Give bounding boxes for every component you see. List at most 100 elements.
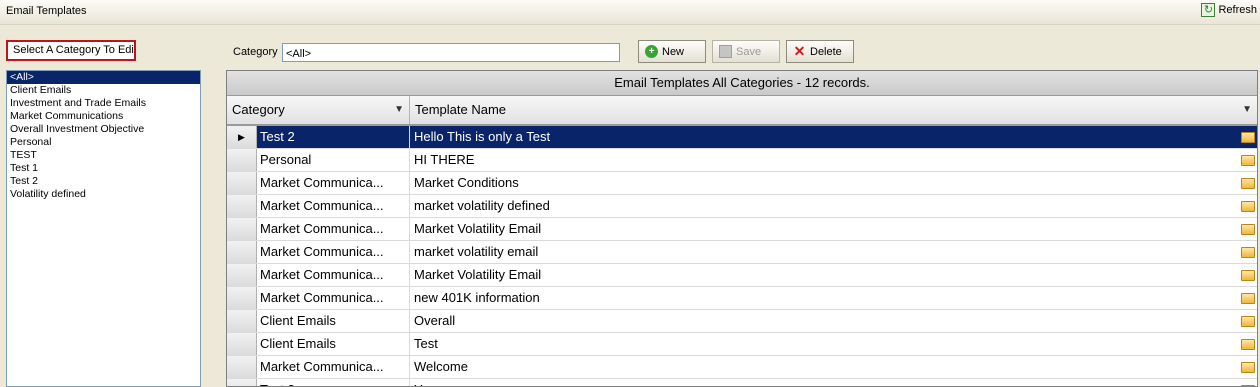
row-selector[interactable]	[227, 333, 257, 355]
category-list-item[interactable]: Investment and Trade Emails	[7, 97, 200, 110]
category-list-item[interactable]: Test 1	[7, 162, 200, 175]
row-selector[interactable]	[227, 149, 257, 171]
category-cell: Market Communica...	[257, 241, 410, 263]
table-row[interactable]: Market Communica... market volatility def…	[227, 195, 1257, 218]
category-cell: Market Communica...	[257, 195, 410, 217]
open-template-button[interactable]	[1239, 264, 1257, 286]
save-button-label: Save	[736, 45, 762, 58]
category-cell: Market Communica...	[257, 218, 410, 240]
category-cell: Test 2	[257, 379, 410, 386]
category-cell: Client Emails	[257, 333, 410, 355]
row-selector[interactable]	[227, 172, 257, 194]
category-cell: Test 2	[257, 126, 410, 148]
filter-icon[interactable]: ▼	[394, 96, 404, 124]
row-selector[interactable]	[227, 310, 257, 332]
folder-open-icon	[1241, 177, 1255, 189]
open-template-button[interactable]	[1239, 172, 1257, 194]
add-icon: +	[645, 45, 658, 58]
category-list-item[interactable]: Overall Investment Objective	[7, 123, 200, 136]
template-name-cell: HI THERE	[414, 152, 475, 167]
new-button-label: New	[662, 45, 685, 58]
table-row[interactable]: Market Communica... Market Conditions	[227, 172, 1257, 195]
open-template-button[interactable]	[1239, 126, 1257, 148]
category-list-item[interactable]: Personal	[7, 136, 200, 149]
category-list-item[interactable]: TEST	[7, 149, 200, 162]
open-template-button[interactable]	[1239, 149, 1257, 171]
folder-open-icon	[1241, 223, 1255, 235]
window-title: Email Templates	[6, 5, 87, 17]
row-selector[interactable]	[227, 379, 257, 386]
category-filter-input[interactable]	[282, 43, 620, 62]
row-selector[interactable]	[227, 264, 257, 286]
open-template-button[interactable]	[1239, 310, 1257, 332]
delete-icon: ✕	[793, 43, 806, 59]
folder-open-icon	[1241, 131, 1255, 143]
row-selector[interactable]	[227, 356, 257, 378]
open-template-button[interactable]	[1239, 195, 1257, 217]
category-list-item[interactable]: Volatility defined	[7, 188, 200, 201]
filter-icon[interactable]: ▼	[1242, 96, 1252, 124]
column-header-template-name-label: Template Name	[415, 102, 507, 117]
open-template-button[interactable]	[1239, 287, 1257, 309]
category-list[interactable]: <All> Client Emails Investment and Trade E…	[6, 70, 201, 387]
grid-body: ▶ Test 2 Hello This is only a Test Personal…	[227, 126, 1257, 386]
folder-open-icon	[1241, 361, 1255, 373]
table-row[interactable]: Market Communica... market volatility ema…	[227, 241, 1257, 264]
table-row[interactable]: Market Communica... new 401K information	[227, 287, 1257, 310]
category-list-item[interactable]: Market Communications	[7, 110, 200, 123]
category-cell: Personal	[257, 149, 410, 171]
template-name-cell: Hello This is only a Test	[410, 126, 1239, 148]
category-cell: Market Communica...	[257, 356, 410, 378]
refresh-icon: ↻	[1201, 3, 1216, 17]
table-row[interactable]: Personal HI THERE	[227, 149, 1257, 172]
table-row[interactable]: Client Emails Test	[227, 333, 1257, 356]
column-header-category[interactable]: Category ▼	[227, 96, 410, 124]
open-template-button[interactable]	[1239, 218, 1257, 240]
save-icon	[719, 45, 732, 58]
category-list-item[interactable]: Test 2	[7, 175, 200, 188]
table-row[interactable]: Market Communica... Welcome	[227, 356, 1257, 379]
table-row[interactable]: Market Communica... Market Volatility Ema…	[227, 264, 1257, 287]
refresh-label: Refresh	[1218, 4, 1257, 16]
row-selector[interactable]	[227, 241, 257, 263]
current-row-icon: ▶	[238, 132, 245, 142]
open-template-button[interactable]	[1239, 356, 1257, 378]
folder-open-icon	[1241, 200, 1255, 212]
folder-open-icon	[1241, 269, 1255, 281]
column-header-template-name[interactable]: Template Name ▼	[410, 96, 1257, 124]
folder-open-icon	[1241, 315, 1255, 327]
template-name-cell: Overall	[414, 313, 456, 328]
row-selector[interactable]	[227, 195, 257, 217]
save-button[interactable]: Save	[712, 40, 780, 63]
delete-button[interactable]: ✕ Delete	[786, 40, 854, 63]
grid-caption: Email Templates All Categories - 12 reco…	[227, 71, 1257, 96]
refresh-button[interactable]: ↻ Refresh	[1201, 3, 1257, 17]
table-row[interactable]: Test 2Yes	[227, 379, 1257, 386]
table-row[interactable]: Market Communica... Market Volatility Ema…	[227, 218, 1257, 241]
category-list-item[interactable]: <All>	[7, 71, 200, 84]
category-heading: Select A Category To Edit	[6, 40, 136, 61]
category-cell: Market Communica...	[257, 172, 410, 194]
category-filter-label: Category	[233, 46, 278, 58]
row-selector[interactable]: ▶	[227, 126, 257, 148]
folder-open-icon	[1241, 292, 1255, 304]
column-header-category-label: Category	[232, 102, 285, 117]
folder-open-icon	[1241, 246, 1255, 258]
category-cell: Market Communica...	[257, 287, 410, 309]
category-cell: Client Emails	[257, 310, 410, 332]
table-row[interactable]: ▶ Test 2 Hello This is only a Test	[227, 126, 1257, 149]
category-list-item[interactable]: Client Emails	[7, 84, 200, 97]
row-selector[interactable]	[227, 218, 257, 240]
open-template-button[interactable]	[1239, 379, 1257, 386]
grid-header: Category ▼ Template Name ▼	[227, 96, 1257, 126]
open-template-button[interactable]	[1239, 241, 1257, 263]
row-selector[interactable]	[227, 287, 257, 309]
category-cell: Market Communica...	[257, 264, 410, 286]
table-row[interactable]: Client Emails Overall	[227, 310, 1257, 333]
new-button[interactable]: + New	[638, 40, 706, 63]
delete-button-label: Delete	[810, 45, 842, 58]
template-name-cell: Welcome	[414, 359, 468, 374]
templates-grid: Email Templates All Categories - 12 reco…	[226, 70, 1258, 387]
folder-open-icon	[1241, 338, 1255, 350]
open-template-button[interactable]	[1239, 333, 1257, 355]
